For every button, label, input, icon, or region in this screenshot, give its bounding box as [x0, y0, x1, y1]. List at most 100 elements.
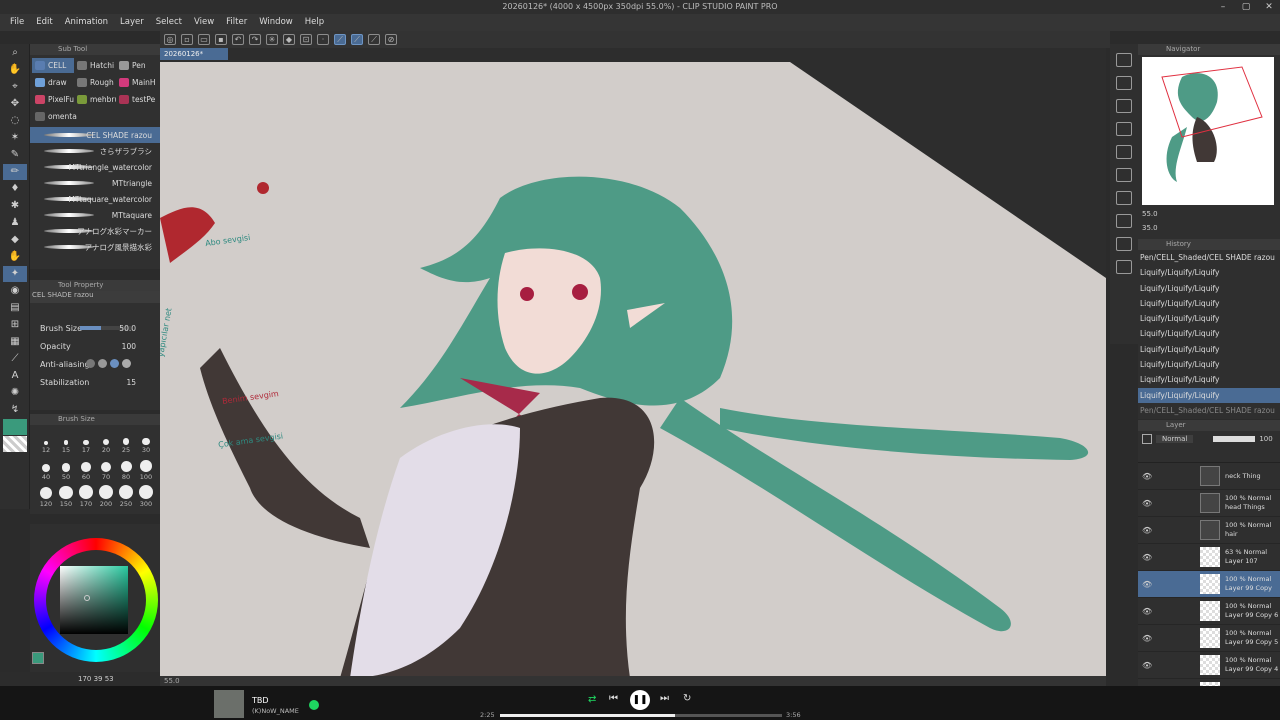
layer-row[interactable]: 👁 100 % Normal Layer 99 Copy 6: [1138, 598, 1280, 625]
brush-size-row[interactable]: Brush Size 50.0: [30, 319, 160, 337]
visibility-eye-icon[interactable]: 👁: [1142, 526, 1152, 535]
saturation-brightness-square[interactable]: [60, 566, 128, 634]
visibility-eye-icon[interactable]: 👁: [1142, 607, 1152, 616]
brush-item[interactable]: MTtriangle: [30, 175, 160, 191]
decoration-tool-icon[interactable]: ✱: [3, 198, 27, 214]
brush-item[interactable]: MTtriangle_watercolor: [30, 159, 160, 175]
history-item[interactable]: Liquify/Liquify/Liquify: [1138, 281, 1280, 296]
item-bank-icon[interactable]: [1116, 191, 1132, 205]
sub-tool-group-button[interactable]: testPe: [116, 92, 158, 107]
layer-row[interactable]: 👁 100 % Normal hair: [1138, 517, 1280, 544]
layer-row[interactable]: 👁 100 % Normal head Things: [1138, 490, 1280, 517]
layer-row[interactable]: 👁 100 % Normal Layer 99 Copy 5: [1138, 625, 1280, 652]
open-file-icon[interactable]: ▭: [198, 34, 210, 45]
brush-size-preset[interactable]: 170: [76, 483, 96, 508]
track-artist[interactable]: (K)NoW_NAME: [252, 707, 299, 715]
navigator-rotate-value[interactable]: 35.0: [1142, 224, 1158, 232]
brush-size-preset[interactable]: 40: [36, 456, 56, 481]
menu-file[interactable]: File: [4, 14, 30, 31]
sub-tool-group-button[interactable]: Hatchi: [74, 58, 116, 73]
navigator-zoom-value[interactable]: 55.0: [1142, 210, 1158, 218]
blend-tool-icon[interactable]: ✋: [3, 249, 27, 265]
eraser-tool-icon[interactable]: ◆: [3, 232, 27, 248]
eyedropper-icon[interactable]: ⌖: [3, 79, 27, 95]
menu-edit[interactable]: Edit: [30, 14, 58, 31]
stabilization-row[interactable]: Stabilization 15: [30, 373, 160, 391]
layer-lock-icon[interactable]: [1142, 434, 1152, 444]
maximize-button[interactable]: ▢: [1235, 0, 1257, 14]
next-icon[interactable]: ⏭: [660, 693, 669, 704]
snap-off-icon[interactable]: ·: [317, 34, 329, 45]
history-item[interactable]: Liquify/Liquify/Liquify: [1138, 357, 1280, 372]
close-panel-icon[interactable]: [1116, 122, 1132, 136]
brush-item[interactable]: MTtaquare: [30, 207, 160, 223]
close-button[interactable]: ✕: [1258, 0, 1280, 14]
zoom-tool-icon[interactable]: ⌕: [3, 45, 27, 61]
new-file-icon[interactable]: ▫: [181, 34, 193, 45]
brush-size-preset[interactable]: 60: [76, 456, 96, 481]
brush-item[interactable]: アナログ水彩マーカー: [30, 223, 160, 239]
brush-size-preset[interactable]: 300: [136, 483, 156, 508]
history-item[interactable]: Pen/CELL_Shaded/CEL SHADE razou: [1138, 403, 1280, 418]
sub-tool-group-button[interactable]: CELL: [32, 58, 74, 73]
menu-select[interactable]: Select: [150, 14, 188, 31]
brush-item[interactable]: CEL SHADE razou: [30, 127, 160, 143]
gradient-tool-icon[interactable]: ▤: [3, 300, 27, 316]
brush-size-preset[interactable]: 80: [116, 456, 136, 481]
brush-size-preset[interactable]: 30: [136, 429, 156, 454]
menu-view[interactable]: View: [188, 14, 220, 31]
canvas-artwork[interactable]: [160, 48, 1106, 678]
menu-filter[interactable]: Filter: [220, 14, 253, 31]
brush-size-preset[interactable]: 250: [116, 483, 136, 508]
sub-tool-group-button[interactable]: Pen: [116, 58, 158, 73]
brush-item[interactable]: さらザラブラシ: [30, 143, 160, 159]
anti-aliasing-row[interactable]: Anti-aliasing: [30, 355, 160, 373]
sub-tool-group-button[interactable]: Rough: [74, 75, 116, 90]
hand-tool-icon[interactable]: ✋: [3, 62, 27, 78]
snap-grid-icon[interactable]: ⟋: [368, 34, 380, 45]
visibility-eye-icon[interactable]: 👁: [1142, 661, 1152, 670]
anti-aliasing-options[interactable]: [86, 359, 131, 368]
liked-icon[interactable]: [309, 700, 319, 710]
clip-studio-icon[interactable]: ◎: [164, 34, 176, 45]
history-item[interactable]: Liquify/Liquify/Liquify: [1138, 296, 1280, 311]
previous-icon[interactable]: ⏮: [609, 693, 618, 704]
main-color-chip[interactable]: [32, 652, 44, 664]
sub-tool-group-button[interactable]: MainH: [116, 75, 158, 90]
visibility-eye-icon[interactable]: 👁: [1142, 499, 1152, 508]
brush-size-preset[interactable]: 17: [76, 429, 96, 454]
undo-icon[interactable]: ↶: [232, 34, 244, 45]
transform-icon[interactable]: ⊡: [300, 34, 312, 45]
blend-mode-select[interactable]: Normal: [1156, 435, 1194, 443]
animation-cels-icon[interactable]: [1116, 260, 1132, 274]
canvas-zoom-value[interactable]: 55.0: [164, 677, 180, 685]
pause-button[interactable]: ❚❚: [630, 690, 650, 710]
brush-size-preset[interactable]: 100: [136, 456, 156, 481]
opacity-row[interactable]: Opacity 100: [30, 337, 160, 355]
color-picker-cursor[interactable]: [84, 595, 90, 601]
visibility-eye-icon[interactable]: 👁: [1142, 580, 1152, 589]
history-item[interactable]: Liquify/Liquify/Liquify: [1138, 387, 1280, 403]
sub-view-icon[interactable]: [1116, 145, 1132, 159]
brush-size-preset[interactable]: 70: [96, 456, 116, 481]
history-item[interactable]: Liquify/Liquify/Liquify: [1138, 326, 1280, 341]
menu-window[interactable]: Window: [253, 14, 299, 31]
brush-size-preset[interactable]: 50: [56, 456, 76, 481]
repeat-icon[interactable]: ↻: [683, 693, 691, 704]
pen-tool-icon[interactable]: ✎: [3, 147, 27, 163]
balloon-tool-icon[interactable]: ✺: [3, 385, 27, 401]
brush-item[interactable]: MTtaquare_watercolor: [30, 191, 160, 207]
history-item[interactable]: Liquify/Liquify/Liquify: [1138, 372, 1280, 387]
loading-icon[interactable]: ✳: [266, 34, 278, 45]
save-icon[interactable]: ▪: [215, 34, 227, 45]
navigator-thumbnail[interactable]: [1142, 57, 1274, 205]
stamp-tool-icon[interactable]: ♟: [3, 215, 27, 231]
brush-size-preset[interactable]: 15: [56, 429, 76, 454]
fill-tool-icon[interactable]: ◉: [3, 283, 27, 299]
frame-tool-icon[interactable]: ▦: [3, 334, 27, 350]
snap-ruler-icon[interactable]: ⟋: [334, 34, 346, 45]
sub-tool-group-button[interactable]: mehbru: [74, 92, 116, 107]
menu-help[interactable]: Help: [299, 14, 330, 31]
opacity-value[interactable]: 100: [122, 342, 136, 351]
document-tab[interactable]: 20260126*: [160, 48, 228, 60]
